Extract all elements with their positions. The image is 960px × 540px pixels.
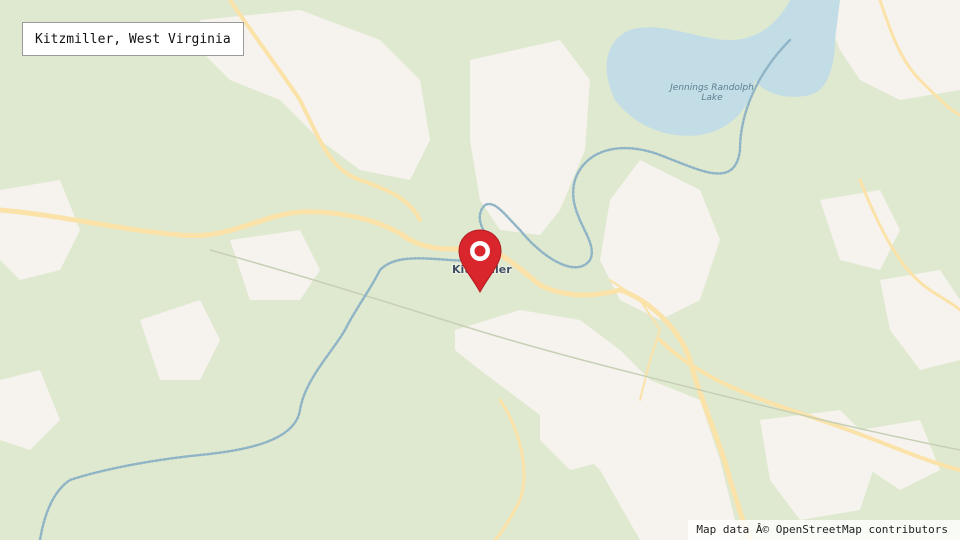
location-pin-icon[interactable] bbox=[456, 228, 504, 294]
location-title: Kitzmiller, West Virginia bbox=[22, 22, 244, 56]
lake-label: Jennings Randolph Lake bbox=[670, 83, 754, 103]
map-attribution[interactable]: Map data Â© OpenStreetMap contributors bbox=[688, 520, 960, 540]
pin-center bbox=[474, 245, 486, 257]
map-view[interactable]: Kitzmiller, West Virginia Jennings Rando… bbox=[0, 0, 960, 540]
